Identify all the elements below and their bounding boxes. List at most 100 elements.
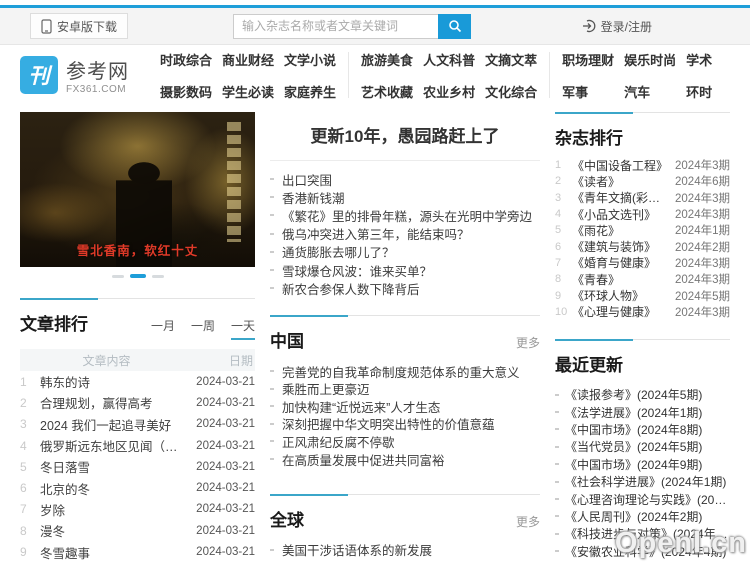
nav-item[interactable]: 文学小说 xyxy=(284,50,336,69)
carousel-dot[interactable] xyxy=(151,274,164,278)
article-link[interactable]: 《繁花》里的排骨年糕，源头在光明中学旁边 xyxy=(282,206,532,225)
magazine-link[interactable]: 《中国设备工程》 xyxy=(572,157,668,174)
nav-item[interactable]: 农业乡村 xyxy=(423,82,475,101)
magazine-issue-link[interactable]: 《心理咨询理论与实践》(2024年1期) xyxy=(565,491,730,508)
magazine-issue-link[interactable]: 《中国市场》(2024年9期) xyxy=(565,456,702,473)
nav-item[interactable]: 学生必读 xyxy=(222,82,274,101)
magazine-link[interactable]: 《雨花》 xyxy=(572,222,668,239)
nav-item[interactable]: 摄影数码 xyxy=(160,82,212,101)
nav-item[interactable]: 文摘文萃 xyxy=(485,50,537,69)
magazine-link[interactable]: 《青年文摘(彩版)》 xyxy=(572,189,668,206)
nav-item[interactable]: 汽车 xyxy=(624,82,676,101)
magazine-issue-link[interactable]: 《法学进展》(2024年1期) xyxy=(565,404,702,421)
article-link[interactable]: 乘胜而上更豪迈 xyxy=(282,379,370,398)
magazine-ranking-title: 杂志排行 xyxy=(555,129,623,148)
magazine-link[interactable]: 《环球人物》 xyxy=(572,287,668,304)
magazine-issue-link[interactable]: 《当代党员》(2024年5期) xyxy=(565,438,702,455)
article-link[interactable]: 在高质量发展中促进共同富裕 xyxy=(282,450,445,469)
magazine-link[interactable]: 《小品文选刊》 xyxy=(572,206,668,223)
nav-item[interactable]: 环时 xyxy=(686,82,718,101)
nav-item[interactable]: 家庭养生 xyxy=(284,82,336,101)
nav-item[interactable]: 职场理财 xyxy=(562,50,614,69)
table-row: 1 《中国设备工程》 2024年3期 xyxy=(555,157,730,173)
article-link[interactable]: 漫冬 xyxy=(40,521,189,540)
android-download-button[interactable]: 安卓版下载 xyxy=(30,13,129,39)
magazine-issue-link[interactable]: 《社会科学进展》(2024年1期) xyxy=(565,473,726,490)
magazine-issue-link[interactable]: 《人民周刊》(2024年2期) xyxy=(565,508,702,525)
article-link[interactable]: 新农合参保人数下降背后 xyxy=(282,279,420,298)
tab-one-week[interactable]: 一周 xyxy=(191,317,215,340)
list-item: 美国干涉话语体系的新发展 xyxy=(270,541,540,559)
nav-item[interactable]: 时政综合 xyxy=(160,50,212,69)
article-link[interactable]: 岁除 xyxy=(40,500,189,519)
nav-item[interactable]: 商业财经 xyxy=(222,50,274,69)
magazine-issue: 2024年5期 xyxy=(675,290,730,303)
featured-headline[interactable]: 更新10年，愚园路赶上了 xyxy=(311,127,500,146)
magazine-issue: 2024年3期 xyxy=(675,192,730,205)
list-item: 在高质量发展中促进共同富裕 xyxy=(270,450,540,468)
global-more-link[interactable]: 更多 xyxy=(516,513,540,530)
table-row: 5 冬日落雪 2024-03-21 xyxy=(20,456,255,477)
china-more-link[interactable]: 更多 xyxy=(516,334,540,351)
watermark: Openl.cn xyxy=(614,527,747,559)
article-link[interactable]: 出口突围 xyxy=(282,170,332,189)
search-button[interactable] xyxy=(438,13,472,39)
site-name: 参考网 xyxy=(66,61,129,83)
article-link[interactable]: 2024 我们一起追寻美好 xyxy=(40,415,189,434)
article-link[interactable]: 完善党的自我革命制度规范体系的重大意义 xyxy=(282,362,520,381)
china-article-list: 完善党的自我革命制度规范体系的重大意义 乘胜而上更豪迈 加快构建“近悦远来”人才生态… xyxy=(270,360,540,478)
article-link[interactable]: 韩东的诗 xyxy=(40,372,189,391)
rank-number: 7 xyxy=(20,502,27,517)
nav-item[interactable]: 军事 xyxy=(562,82,614,101)
article-date: 2024-03-21 xyxy=(196,418,255,431)
nav-item[interactable]: 文化综合 xyxy=(485,82,537,101)
rank-number: 9 xyxy=(555,289,562,302)
nav-item[interactable]: 艺术收藏 xyxy=(361,82,413,101)
article-date: 2024-03-21 xyxy=(196,482,255,495)
magazine-link[interactable]: 《青春》 xyxy=(572,271,668,288)
article-link[interactable]: 加快构建“近悦远来”人才生态 xyxy=(282,397,440,416)
magazine-ranking-rows: 1 《中国设备工程》 2024年3期 2 《读者》 2024年6期 3 《青年文… xyxy=(555,157,730,320)
login-register-link[interactable]: 登录/注册 xyxy=(582,18,652,35)
rank-number: 6 xyxy=(20,481,27,496)
carousel-dot-active[interactable] xyxy=(129,274,146,278)
site-logo[interactable]: 刊 参考网 FX361.COM xyxy=(20,55,148,95)
article-link[interactable]: 通货膨胀去哪儿了？ xyxy=(282,242,395,261)
article-link[interactable]: 雪球爆仓风波：谁来买单？ xyxy=(282,261,432,280)
carousel-caption: 雪北香南，软红十丈 xyxy=(76,244,199,258)
magazine-issue-link[interactable]: 《中国市场》(2024年8期) xyxy=(565,421,702,438)
right-column: 杂志排行 1 《中国设备工程》 2024年3期 2 《读者》 2024年6期 3… xyxy=(555,112,730,562)
article-link[interactable]: 冬日落雪 xyxy=(40,457,189,476)
list-item: 《中国市场》(2024年8期) xyxy=(555,421,730,438)
main-nav: 时政综合 商业财经 文学小说摄影数码 学生必读 家庭养生 旅游美食 人文科普 文摘文萃艺术收… xyxy=(148,50,730,101)
nav-item[interactable]: 人文科普 xyxy=(423,50,475,69)
magazine-link[interactable]: 《心理与健康》 xyxy=(572,303,668,320)
article-link[interactable]: 香港新钱潮 xyxy=(282,188,345,207)
magazine-link[interactable]: 《婚育与健康》 xyxy=(572,254,668,271)
article-link[interactable]: 冬雪趣事 xyxy=(40,543,189,562)
article-link[interactable]: 深刻把握中华文明突出特性的价值意蕴 xyxy=(282,414,495,433)
table-row: 9 冬雪趣事 2024-03-21 xyxy=(20,541,255,562)
article-link[interactable]: 加工贸易转型如何影响企业劳动要素报酬 xyxy=(282,558,507,562)
nav-item[interactable]: 学术 xyxy=(686,50,718,69)
search-input[interactable] xyxy=(233,13,439,39)
tab-one-day[interactable]: 一天 xyxy=(230,317,255,340)
rank-number: 4 xyxy=(20,438,27,453)
magazine-link[interactable]: 《读者》 xyxy=(572,173,668,190)
list-item: 《繁花》里的排骨年糕，源头在光明中学旁边 xyxy=(270,206,540,224)
article-date: 2024-03-21 xyxy=(196,546,255,559)
magazine-issue-link[interactable]: 《读报参考》(2024年5期) xyxy=(565,386,702,403)
article-link[interactable]: 俄罗斯远东地区见闻（上） xyxy=(40,436,189,455)
tab-one-month[interactable]: 一月 xyxy=(151,317,175,340)
article-link[interactable]: 正风肃纪反腐不停歇 xyxy=(282,432,395,451)
article-link[interactable]: 合理规划，赢得高考 xyxy=(40,393,189,412)
nav-item[interactable]: 娱乐时尚 xyxy=(624,50,676,69)
list-item: 通货膨胀去哪儿了？ xyxy=(270,243,540,261)
nav-item[interactable]: 旅游美食 xyxy=(361,50,413,69)
article-link[interactable]: 俄乌冲突进入第三年，能结束吗？ xyxy=(282,224,470,243)
article-link[interactable]: 北京的冬 xyxy=(40,479,189,498)
carousel-dot[interactable] xyxy=(111,274,124,278)
magazine-link[interactable]: 《建筑与装饰》 xyxy=(572,238,668,255)
article-link[interactable]: 美国干涉话语体系的新发展 xyxy=(282,540,432,559)
carousel-image[interactable]: 雪北香南，软红十丈 xyxy=(20,112,255,267)
